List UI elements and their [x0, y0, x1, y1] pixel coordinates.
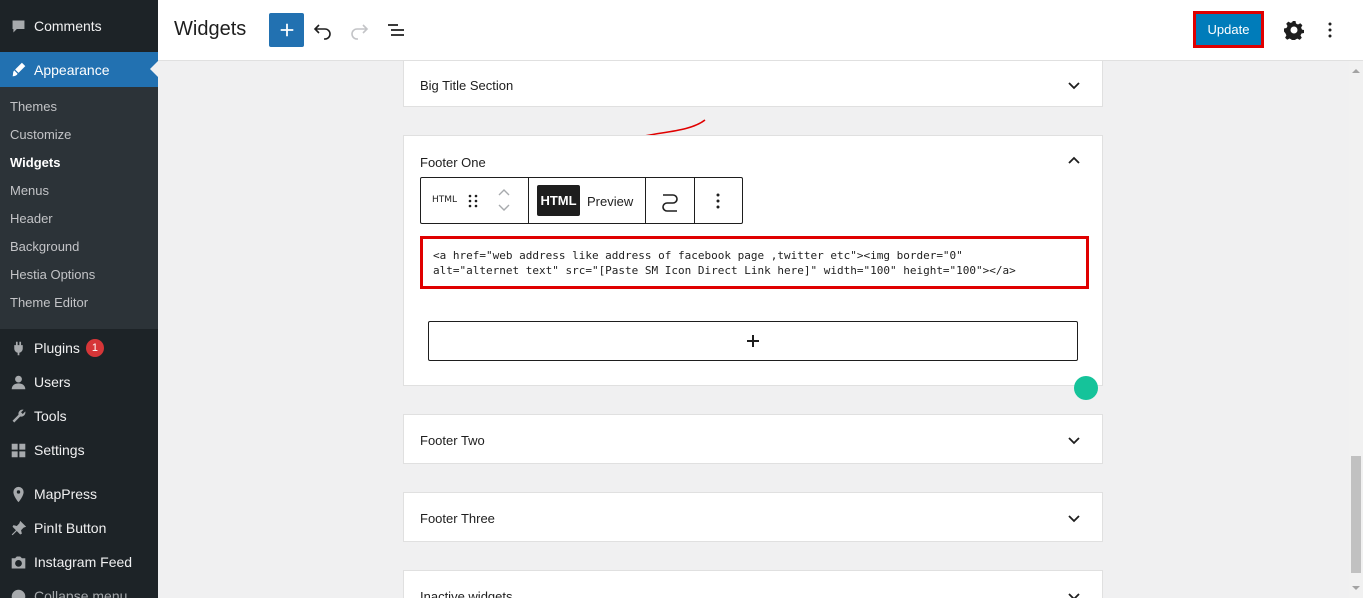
toolbar-divider: [694, 178, 695, 223]
menu-item-mappress[interactable]: MapPress: [0, 477, 158, 511]
widget-area-footer-two[interactable]: Footer Two: [403, 414, 1103, 464]
chevron-down-icon[interactable]: [1066, 510, 1082, 526]
users-icon: [8, 372, 28, 392]
menu-item-label: Appearance: [34, 61, 110, 78]
pin-icon: [8, 518, 28, 538]
menu-item-label: Plugins: [34, 340, 80, 356]
collapse-icon: [8, 586, 28, 598]
widget-area-footer-one[interactable]: Footer One HTML HTML Preview <a href="we…: [403, 135, 1103, 400]
widget-area-inactive[interactable]: Inactive widgets: [403, 570, 1103, 598]
redo-button[interactable]: [347, 18, 371, 42]
widget-area-big-title[interactable]: Big Title Section: [403, 61, 1103, 107]
more-vertical-icon: [1328, 22, 1332, 38]
redo-icon: [351, 24, 369, 40]
scrollbar[interactable]: [1349, 61, 1363, 598]
menu-item-settings[interactable]: Settings: [0, 433, 158, 467]
scroll-down-arrow[interactable]: [1352, 586, 1360, 594]
widget-area-title: Big Title Section: [420, 78, 514, 93]
chevron-down-icon[interactable]: [1066, 588, 1082, 598]
menu-item-tools[interactable]: Tools: [0, 399, 158, 433]
submenu-item-customize[interactable]: Customize: [0, 121, 158, 149]
widget-area-title: Footer Three: [420, 511, 495, 526]
toolbar-divider: [645, 178, 646, 223]
list-view-button[interactable]: [384, 18, 408, 42]
submenu-item-header[interactable]: Header: [0, 205, 158, 233]
plugin-icon: [8, 338, 28, 358]
scroll-up-arrow[interactable]: [1352, 65, 1360, 73]
chevron-up-icon[interactable]: [1066, 153, 1082, 169]
undo-button[interactable]: [311, 18, 335, 42]
update-count-badge: 1: [85, 339, 104, 357]
menu-item-instagram-feed[interactable]: Instagram Feed: [0, 545, 158, 579]
grammarly-icon[interactable]: [1074, 376, 1098, 400]
widget-area-footer-three[interactable]: Footer Three: [403, 492, 1103, 542]
menu-item-comments[interactable]: Comments: [0, 0, 158, 52]
tab-preview[interactable]: Preview: [587, 194, 633, 209]
page-title: Widgets: [174, 18, 247, 40]
chevron-down-icon[interactable]: [1066, 77, 1082, 93]
drag-handle-icon[interactable]: [467, 193, 479, 209]
gear-icon: [1284, 21, 1304, 40]
wrench-icon: [8, 406, 28, 426]
menu-item-label: MapPress: [34, 486, 98, 502]
menu-item-pinit-button[interactable]: PinIt Button: [0, 511, 158, 545]
list-view-icon: [388, 24, 404, 36]
code-line: <a href="web address like address of fac…: [433, 249, 963, 262]
menu-item-label: Tools: [34, 408, 67, 424]
collapse-menu-button[interactable]: Collapse menu: [0, 579, 158, 598]
widget-area-title: Footer One: [420, 155, 486, 170]
undo-icon: [313, 24, 331, 40]
settings-button[interactable]: [1282, 18, 1306, 42]
menu-item-users[interactable]: Users: [0, 365, 158, 399]
submenu-item-theme-editor[interactable]: Theme Editor: [0, 289, 158, 317]
chevron-down-icon[interactable]: [1066, 432, 1082, 448]
plus-icon: [747, 335, 759, 347]
tab-html[interactable]: HTML: [537, 185, 580, 216]
move-up-icon[interactable]: [497, 186, 511, 198]
submenu-item-widgets[interactable]: Widgets: [0, 149, 158, 177]
menu-item-label: PinIt Button: [34, 520, 107, 536]
block-toolbar: HTML HTML Preview: [420, 177, 743, 224]
scroll-thumb[interactable]: [1351, 456, 1361, 573]
editor-header: Widgets Update: [158, 0, 1363, 61]
more-vertical-icon[interactable]: [708, 191, 728, 211]
submenu-item-background[interactable]: Background: [0, 233, 158, 261]
add-block-button[interactable]: [269, 13, 304, 47]
update-button-highlight: Update: [1193, 11, 1264, 48]
camera-icon: [8, 552, 28, 572]
map-pin-icon: [8, 484, 28, 504]
submenu-item-hestia-options[interactable]: Hestia Options: [0, 261, 158, 289]
widget-area-title: Footer Two: [420, 433, 485, 448]
menu-item-plugins[interactable]: Plugins 1: [0, 331, 158, 365]
plus-icon: [280, 23, 293, 37]
transform-icon[interactable]: [659, 190, 681, 212]
admin-sidebar: Comments Appearance Themes Customize Wid…: [0, 0, 158, 598]
widget-areas: Big Title Section Footer One HTML HTML P…: [158, 61, 1349, 598]
submenu-item-menus[interactable]: Menus: [0, 177, 158, 205]
block-type-label[interactable]: HTML: [432, 195, 457, 205]
paintbrush-icon: [8, 60, 28, 80]
code-line: alt="alternet text" src="[Paste SM Icon …: [433, 264, 1016, 277]
widget-area-title: Inactive widgets: [420, 589, 513, 598]
menu-item-label: Comments: [34, 18, 102, 34]
block-appender-button[interactable]: [428, 321, 1078, 361]
menu-item-label: Collapse menu: [34, 588, 128, 598]
appearance-submenu: Themes Customize Widgets Menus Header Ba…: [0, 87, 158, 329]
submenu-item-themes[interactable]: Themes: [0, 93, 158, 121]
update-button[interactable]: Update: [1196, 14, 1261, 45]
toolbar-divider: [528, 178, 529, 223]
html-code-editor[interactable]: <a href="web address like address of fac…: [420, 236, 1089, 289]
options-menu-button[interactable]: [1318, 18, 1342, 42]
menu-item-label: Instagram Feed: [34, 554, 133, 570]
comment-icon: [8, 16, 28, 36]
menu-item-appearance[interactable]: Appearance: [0, 52, 158, 87]
move-down-icon[interactable]: [497, 202, 511, 214]
menu-item-label: Settings: [34, 442, 85, 458]
settings-icon: [8, 440, 28, 460]
menu-item-label: Users: [34, 374, 71, 390]
